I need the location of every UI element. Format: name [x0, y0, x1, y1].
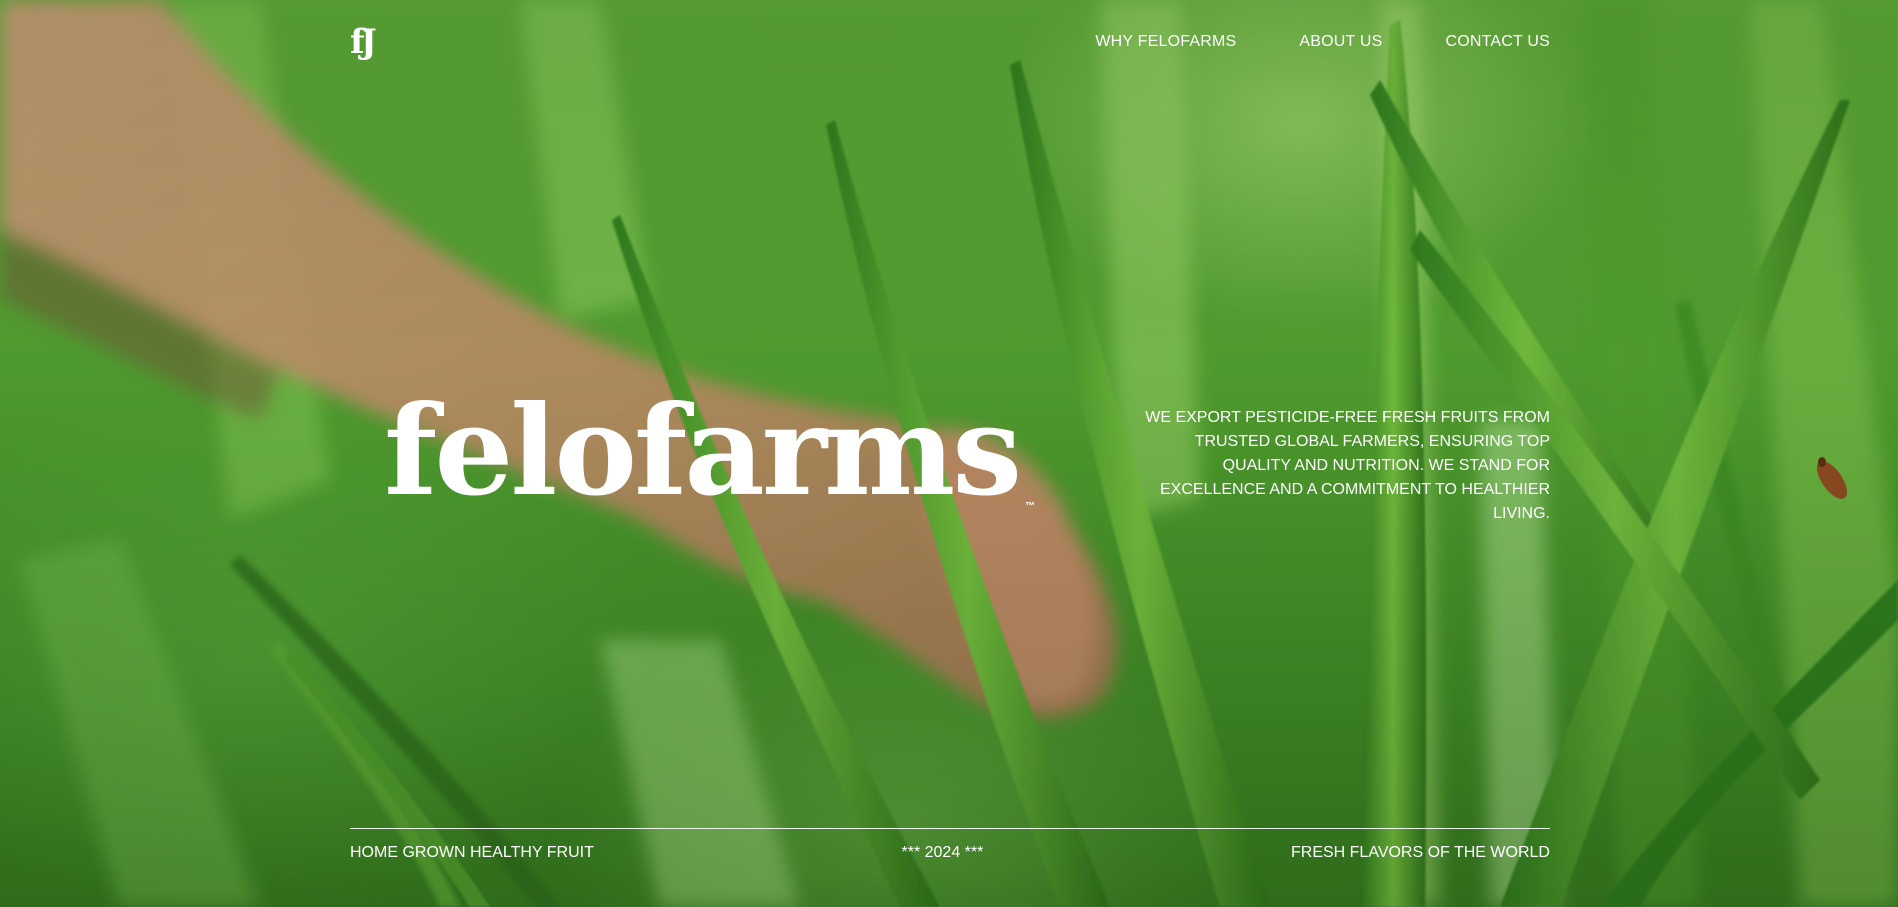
- footer-center-text: *** 2024 ***: [901, 844, 984, 861]
- nav-link-why-felofarms[interactable]: WHY FELOFARMS: [1095, 33, 1236, 51]
- nav-link-about-us[interactable]: ABOUT US: [1299, 33, 1382, 51]
- logo-icon[interactable]: fJ: [350, 24, 396, 60]
- brand-name: felofarms: [384, 379, 1022, 524]
- main-nav: WHY FELOFARMS ABOUT US CONTACT US: [1095, 33, 1550, 51]
- brand-wordmark: felofarms ™: [384, 390, 1035, 514]
- nav-link-contact-us[interactable]: CONTACT US: [1445, 33, 1550, 51]
- hero-footer: HOME GROWN HEALTHY FRUIT *** 2024 *** FR…: [350, 844, 1550, 862]
- trademark-symbol: ™: [1025, 501, 1036, 512]
- footer-right-text: FRESH FLAVORS OF THE WORLD: [1290, 844, 1550, 861]
- footer-left-text: HOME GROWN HEALTHY FRUIT: [350, 844, 594, 861]
- footer-divider: [350, 828, 1550, 829]
- site-header: fJ WHY FELOFARMS ABOUT US CONTACT US: [350, 0, 1550, 86]
- hero-tagline: WE EXPORT PESTICIDE-FREE FRESH FRUITS FR…: [1145, 409, 1550, 522]
